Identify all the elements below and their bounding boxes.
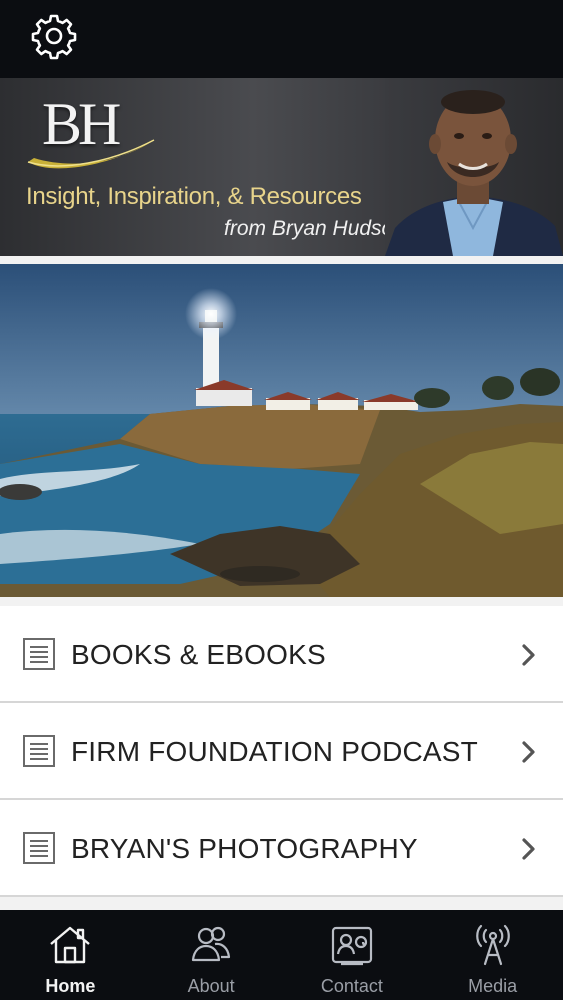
tab-media[interactable]: Media [422, 910, 563, 1000]
tab-label: Home [45, 976, 96, 996]
chevron-right-icon [522, 741, 535, 763]
logo-text: BH [42, 91, 121, 157]
portrait-photo [385, 78, 563, 256]
document-icon [23, 638, 55, 670]
people-icon [192, 926, 231, 962]
hero-lighthouse-image [0, 264, 563, 597]
menu-item-label: BOOKS & EBOOKS [71, 639, 326, 670]
document-icon [23, 735, 55, 767]
document-icon [23, 832, 55, 864]
header-banner: BH Insight, Inspiration, & Resources fro… [0, 78, 563, 256]
menu-item-label: FIRM FOUNDATION PODCAST [71, 736, 478, 767]
broadcast-tower-icon [475, 924, 510, 966]
header-tagline: Insight, Inspiration, & Resources [26, 183, 362, 210]
tab-label: Contact [320, 976, 383, 996]
tab-home[interactable]: Home [0, 910, 141, 1000]
tab-contact[interactable]: Contact [282, 910, 423, 1000]
tab-label: Media [468, 976, 518, 996]
top-bar [0, 0, 563, 78]
gear-icon[interactable] [30, 12, 78, 60]
bh-logo: BH [22, 88, 172, 183]
menu-item-label: BRYAN'S PHOTOGRAPHY [71, 833, 418, 864]
bottom-tab-bar: Home About Contact Media [0, 910, 563, 1000]
tab-about[interactable]: About [141, 910, 282, 1000]
menu-list: BOOKS & EBOOKS FIRM FOUNDATION PODCAST B… [0, 606, 563, 897]
app-screen: BH Insight, Inspiration, & Resources fro… [0, 0, 563, 1000]
chevron-right-icon [522, 838, 535, 860]
chevron-right-icon [522, 644, 535, 666]
menu-item-bryans-photography[interactable]: BRYAN'S PHOTOGRAPHY [0, 800, 563, 897]
menu-item-books-ebooks[interactable]: BOOKS & EBOOKS [0, 606, 563, 703]
header-byline: from Bryan Hudson [224, 217, 405, 240]
home-icon [50, 926, 91, 964]
menu-item-firm-foundation-podcast[interactable]: FIRM FOUNDATION PODCAST [0, 703, 563, 800]
contact-card-icon [331, 926, 372, 966]
tab-label: About [187, 976, 235, 996]
